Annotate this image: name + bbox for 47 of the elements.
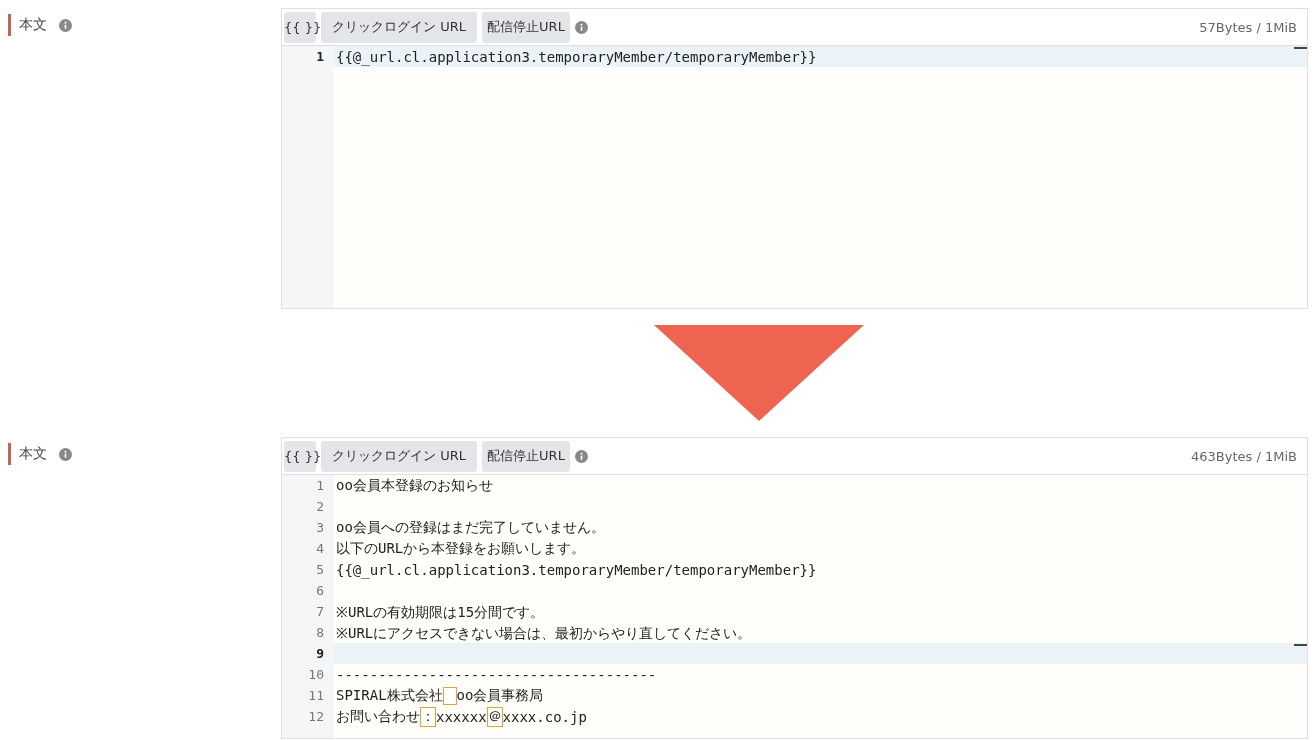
field-label: 本文 bbox=[8, 443, 47, 465]
insert-button[interactable]: クリックログイン URL bbox=[321, 440, 477, 472]
line-number: 8 bbox=[282, 622, 334, 643]
line-number: 3 bbox=[282, 517, 334, 538]
code-text: oo会員事務局 bbox=[456, 686, 544, 705]
line-number: 1 bbox=[282, 475, 334, 496]
code-text: 以下のURLから本登録をお願いします。 bbox=[336, 539, 586, 558]
insert-button[interactable]: 配信停止URL bbox=[482, 11, 570, 43]
code-editor[interactable]: {{ }} クリックログイン URL 配信停止URL 57Bytes / 1MiB 1 {{@_url.cl.application3.temporaryMember/temporaryMember}} bbox=[281, 8, 1308, 309]
line-number: 12 bbox=[282, 706, 334, 727]
code-text: xxxx.co.jp bbox=[502, 708, 587, 725]
code-text: oo会員への登録はまだ完了していません。 bbox=[336, 518, 605, 537]
fullwidth-char: ： bbox=[420, 706, 436, 727]
down-arrow-icon bbox=[654, 325, 864, 421]
code-text: ※URLの有効期限は15分間です。 bbox=[336, 602, 545, 622]
code-text: {{@_url.cl.application3.temporaryMember/temporaryMember}} bbox=[336, 48, 817, 65]
byte-count: 463Bytes / 1MiB bbox=[1191, 448, 1298, 464]
line-number: 1 bbox=[282, 46, 334, 67]
line-number: 7 bbox=[282, 601, 334, 622]
fullwidth-char: ＠ bbox=[486, 706, 503, 727]
line-number: 5 bbox=[282, 559, 334, 580]
code-editor[interactable] bbox=[281, 437, 1308, 739]
line-number: 9 bbox=[282, 643, 334, 664]
line-number: 10 bbox=[282, 664, 334, 685]
byte-count: 57Bytes / 1MiB bbox=[1199, 19, 1298, 35]
code-text: ※URLにアクセスできない場合は、最初からやり直してください。 bbox=[336, 623, 752, 643]
info-icon bbox=[59, 447, 72, 461]
scroll-mark bbox=[1294, 644, 1307, 646]
line-number-gutter bbox=[282, 727, 334, 738]
fullwidth-space-marker bbox=[442, 686, 457, 705]
line-number: 6 bbox=[282, 580, 334, 601]
line-number: 2 bbox=[282, 496, 334, 517]
field-label: 本文 bbox=[8, 14, 47, 36]
code-text: お問い合わせ bbox=[336, 707, 420, 726]
code-text: {{@_url.cl.application3.temporaryMember/temporaryMember}} bbox=[336, 561, 817, 578]
insert-button[interactable]: 配信停止URL bbox=[482, 440, 570, 472]
code-text: SPIRAL株式会社 bbox=[336, 686, 443, 705]
info-icon bbox=[575, 449, 588, 463]
info-icon bbox=[575, 20, 588, 34]
line-number: 4 bbox=[282, 538, 334, 559]
info-icon bbox=[59, 18, 72, 32]
code-text: oo会員本登録のお知らせ bbox=[336, 476, 493, 495]
line-number: 11 bbox=[282, 685, 334, 706]
code-text: xxxxxx bbox=[436, 708, 487, 725]
scroll-mark bbox=[1294, 47, 1307, 49]
insert-button[interactable]: クリックログイン URL bbox=[321, 11, 477, 43]
code-text: -------------------------------------- bbox=[336, 666, 657, 683]
